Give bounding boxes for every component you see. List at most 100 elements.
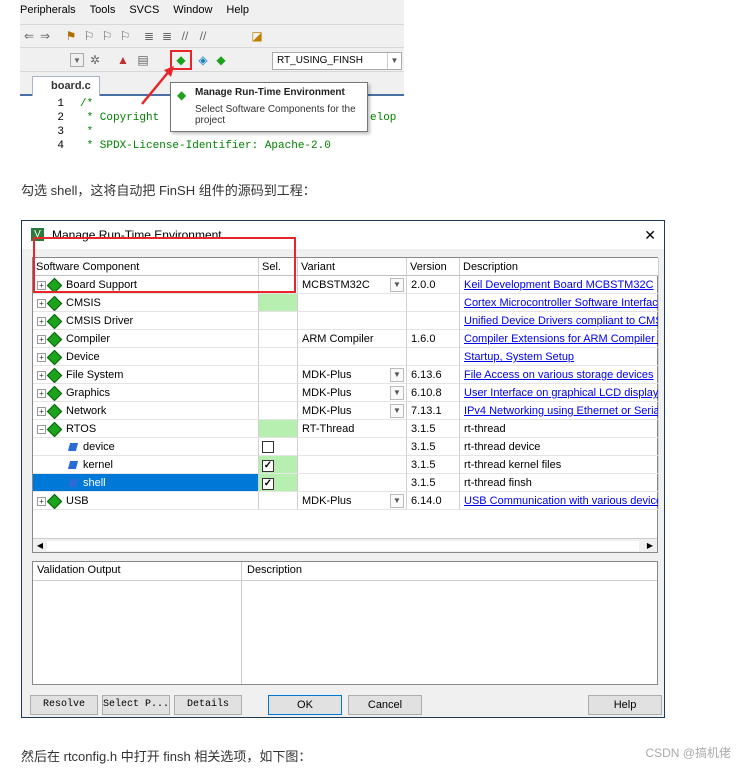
sel-cell[interactable] (259, 312, 298, 330)
component-cell[interactable]: + USB (33, 492, 259, 510)
select-checkbox[interactable]: ✓ (262, 478, 274, 490)
description-cell[interactable]: Keil Development Board MCBSTM32C (460, 276, 659, 294)
scroll-right-icon[interactable]: ▶ (643, 539, 657, 553)
software-packs-icon[interactable]: ◆ (214, 53, 228, 67)
description-link[interactable]: Compiler Extensions for ARM Compiler 5 (464, 333, 658, 345)
target-options-icon[interactable]: ◪ (250, 29, 264, 43)
component-cell[interactable]: − RTOS (33, 420, 259, 438)
bookmark-prev-icon[interactable]: ⚐ (82, 29, 96, 43)
sel-cell[interactable] (259, 438, 298, 456)
description-link[interactable]: USB Communication with various device (464, 495, 658, 507)
variant-cell[interactable]: MDK-Plus ▼ (298, 492, 407, 510)
rte-update-icon[interactable]: ◈ (196, 53, 210, 67)
select-packs-button[interactable]: Select P... (102, 695, 170, 715)
table-row[interactable]: + File System MDK-Plus ▼ 6.13.6 File Access o… (33, 366, 659, 384)
component-cell[interactable]: shell (33, 474, 259, 492)
description-cell[interactable]: Cortex Microcontroller Software Interfac… (460, 294, 659, 312)
variant-cell[interactable]: MDK-Plus ▼ (298, 384, 407, 402)
description-cell[interactable]: IPv4 Networking using Ethernet or Serial… (460, 402, 659, 420)
expand-icon[interactable]: + (37, 406, 46, 416)
sel-cell[interactable] (259, 348, 298, 366)
details-button[interactable]: Details (174, 695, 242, 715)
sel-cell[interactable] (259, 330, 298, 348)
comment-icon[interactable]: // (178, 29, 192, 43)
description-link[interactable]: Unified Device Drivers compliant to CMSI (464, 315, 658, 327)
select-checkbox[interactable] (262, 441, 274, 453)
description-cell[interactable]: USB Communication with various device (460, 492, 659, 510)
table-row[interactable]: + CMSIS Cortex Microcontroller Software In… (33, 294, 659, 312)
component-cell[interactable]: + Device (33, 348, 259, 366)
scroll-left-icon[interactable]: ◀ (33, 539, 47, 553)
sel-cell[interactable] (259, 492, 298, 510)
tab-board-c[interactable]: board.c (32, 76, 100, 96)
sel-cell[interactable] (259, 294, 298, 312)
table-row[interactable]: shell ✓ 3.1.5 rt-thread finsh (33, 474, 659, 492)
menu-window[interactable]: Window (173, 4, 212, 20)
sel-cell[interactable]: ✓ (259, 474, 298, 492)
sel-cell[interactable] (259, 384, 298, 402)
description-link[interactable]: Keil Development Board MCBSTM32C (464, 279, 654, 291)
sel-cell[interactable] (259, 402, 298, 420)
description-link[interactable]: Startup, System Setup (464, 351, 574, 363)
wand-icon[interactable]: ✲ (88, 53, 102, 67)
variant-cell[interactable]: MDK-Plus ▼ (298, 366, 407, 384)
scroll-thumb[interactable] (47, 541, 639, 551)
sel-cell[interactable] (259, 420, 298, 438)
menu-svcs[interactable]: SVCS (129, 4, 159, 20)
description-cell[interactable]: User Interface on graphical LCD displays (460, 384, 659, 402)
expand-icon[interactable]: + (37, 496, 46, 506)
expand-icon[interactable]: + (37, 334, 46, 344)
ok-button[interactable]: OK (268, 695, 342, 715)
cancel-button[interactable]: Cancel (348, 695, 422, 715)
component-cell[interactable]: + Graphics (33, 384, 259, 402)
chevron-down-icon[interactable]: ▼ (390, 404, 404, 418)
bookmark-clear-icon[interactable]: ⚐ (118, 29, 132, 43)
table-row[interactable]: + Graphics MDK-Plus ▼ 6.10.8 User Interface o… (33, 384, 659, 402)
menu-peripherals[interactable]: Peripherals (20, 4, 76, 20)
component-cell[interactable]: device (33, 438, 259, 456)
component-cell[interactable]: + Compiler (33, 330, 259, 348)
expand-icon[interactable]: + (37, 298, 46, 308)
description-link[interactable]: User Interface on graphical LCD displays (464, 387, 658, 399)
chevron-down-icon[interactable]: ▼ (390, 278, 404, 292)
description-link[interactable]: Cortex Microcontroller Software Interfac… (464, 297, 658, 309)
horizontal-scrollbar[interactable]: ◀ ▶ (33, 538, 657, 552)
component-cell[interactable]: + CMSIS (33, 294, 259, 312)
description-cell[interactable]: Compiler Extensions for ARM Compiler 5 (460, 330, 659, 348)
bookmark-icon[interactable]: ⚑ (64, 29, 78, 43)
pack-installer-icon[interactable]: ▲ (116, 53, 130, 67)
expand-icon[interactable]: + (37, 370, 46, 380)
chevron-down-icon[interactable]: ▼ (390, 494, 404, 508)
menu-help[interactable]: Help (226, 4, 249, 20)
component-cell[interactable]: + CMSIS Driver (33, 312, 259, 330)
description-cell[interactable]: File Access on various storage devices (460, 366, 659, 384)
table-row[interactable]: device 3.1.5 rt-thread device (33, 438, 659, 456)
col-version[interactable]: Version (407, 258, 460, 276)
dropdown-icon[interactable]: ▼ (70, 53, 84, 67)
chevron-down-icon[interactable]: ▼ (390, 368, 404, 382)
expand-icon[interactable]: + (37, 316, 46, 326)
variant-cell[interactable]: MDK-Plus ▼ (298, 402, 407, 420)
resolve-button[interactable]: Resolve (30, 695, 98, 715)
table-row[interactable]: − RTOS RT-Thread 3.1.5 rt-thread (33, 420, 659, 438)
col-description[interactable]: Description (460, 258, 659, 276)
sel-cell[interactable]: ✓ (259, 456, 298, 474)
forward-arrow-icon[interactable]: ⇒ (38, 29, 52, 43)
table-row[interactable]: + USB MDK-Plus ▼ 6.14.0 USB Communication wit… (33, 492, 659, 510)
description-cell[interactable]: Unified Device Drivers compliant to CMSI (460, 312, 659, 330)
uncomment-icon[interactable]: // (196, 29, 210, 43)
expand-icon[interactable]: − (37, 424, 46, 434)
table-row[interactable]: kernel ✓ 3.1.5 rt-thread kernel files (33, 456, 659, 474)
component-cell[interactable]: + Network (33, 402, 259, 420)
description-link[interactable]: File Access on various storage devices (464, 369, 654, 381)
select-checkbox[interactable]: ✓ (262, 460, 274, 472)
table-row[interactable]: + Network MDK-Plus ▼ 7.13.1 IPv4 Networking u… (33, 402, 659, 420)
expand-icon[interactable]: + (37, 352, 46, 362)
close-icon[interactable]: ✕ (644, 221, 656, 249)
table-row[interactable]: + Device Startup, System Setup (33, 348, 659, 366)
description-link[interactable]: IPv4 Networking using Ethernet or Serial… (464, 405, 658, 417)
bookmark-next-icon[interactable]: ⚐ (100, 29, 114, 43)
help-button[interactable]: Help (588, 695, 662, 715)
sel-cell[interactable] (259, 366, 298, 384)
variant-cell[interactable]: MCBSTM32C ▼ (298, 276, 407, 294)
